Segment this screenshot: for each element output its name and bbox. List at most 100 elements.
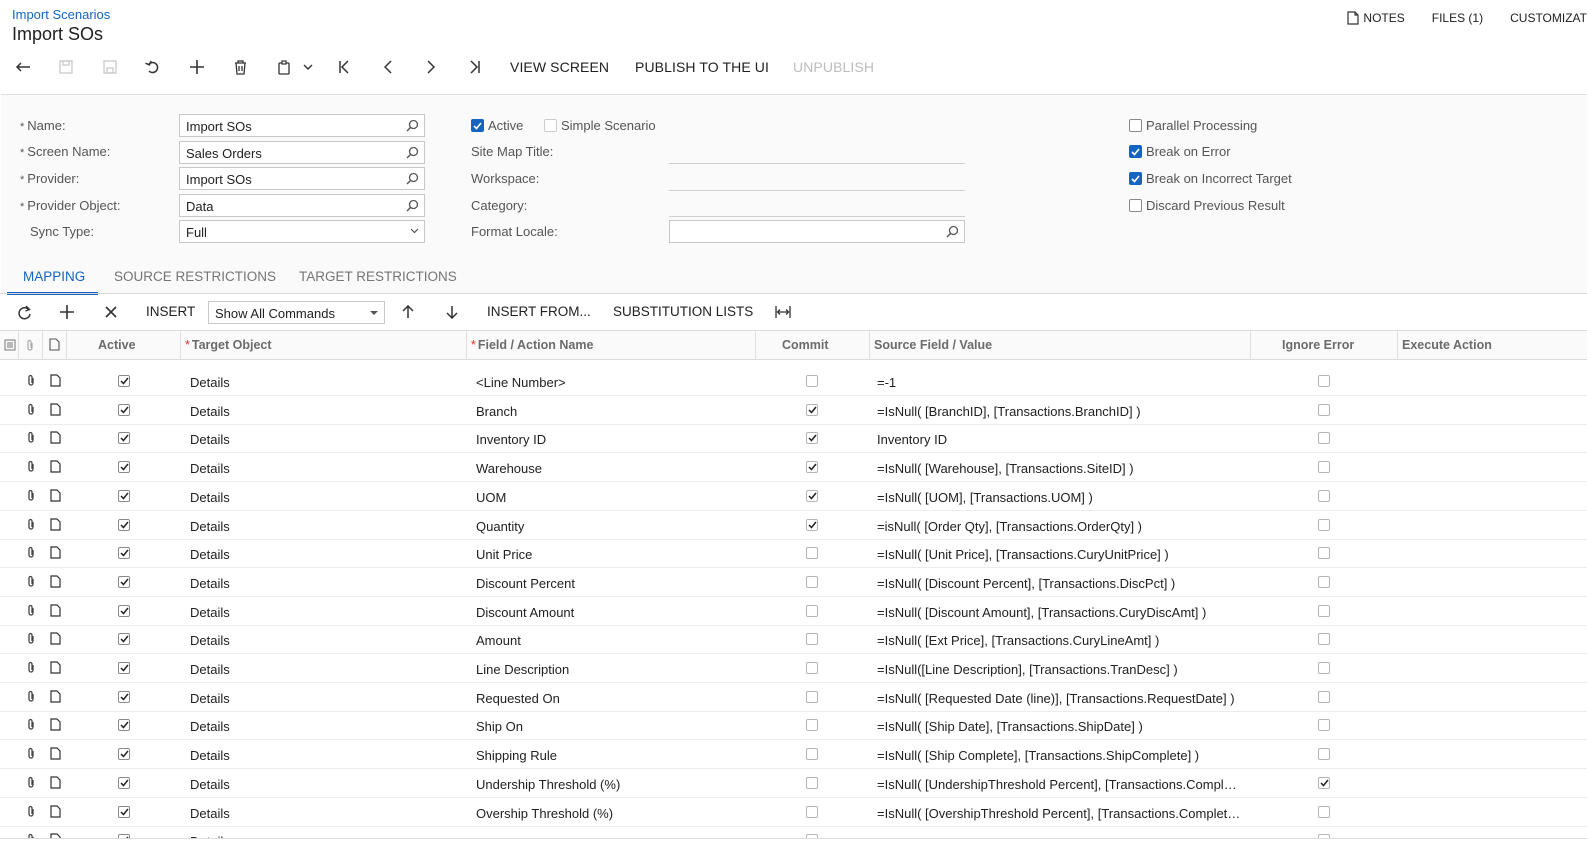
active-cell-checkbox[interactable]: [118, 633, 130, 646]
undo-icon[interactable]: [142, 56, 164, 78]
table-row[interactable]: Details Amount =IsNull( [Ext Price], [Tran…: [0, 625, 1587, 655]
search-icon[interactable]: [406, 119, 419, 132]
ignore-error-cell-checkbox[interactable]: [1318, 403, 1330, 416]
target-object-cell[interactable]: Details: [190, 654, 460, 682]
commit-cell-checkbox[interactable]: [806, 604, 818, 617]
tab-target-restrictions[interactable]: TARGET RESTRICTIONS: [299, 259, 457, 295]
table-row[interactable]: Details Shipping Rule =IsNull( [Ship Compl…: [0, 740, 1587, 770]
commit-cell-checkbox[interactable]: [806, 690, 818, 703]
commit-cell-checkbox[interactable]: [806, 489, 818, 502]
commit-cell-checkbox[interactable]: [806, 719, 818, 732]
source-field-cell[interactable]: =IsNull( [Ship Date], [Transactions.Ship…: [877, 711, 1242, 739]
execute-action-cell[interactable]: [1402, 826, 1582, 838]
attachment-icon[interactable]: [26, 805, 36, 818]
provider-field[interactable]: Import SOs: [179, 167, 425, 190]
active-cell-checkbox[interactable]: [118, 547, 130, 560]
delete-icon[interactable]: [229, 56, 251, 78]
source-field-cell[interactable]: =IsNull( [UOM], [Transactions.UOM] ): [877, 482, 1242, 510]
target-object-cell[interactable]: Details: [190, 597, 460, 625]
field-action-cell[interactable]: Requested On: [476, 683, 751, 711]
target-object-cell[interactable]: Details: [190, 424, 460, 452]
attachment-icon[interactable]: [26, 747, 36, 760]
note-icon[interactable]: [50, 431, 61, 444]
note-icon[interactable]: [50, 403, 61, 416]
ignore-error-cell-checkbox[interactable]: [1318, 633, 1330, 646]
attachment-icon[interactable]: [26, 546, 36, 559]
target-object-cell[interactable]: Details: [190, 740, 460, 768]
target-object-cell[interactable]: Details: [190, 568, 460, 596]
ignore-error-cell-checkbox[interactable]: [1318, 575, 1330, 588]
field-action-cell[interactable]: Ship On: [476, 711, 751, 739]
save-icon[interactable]: [55, 56, 77, 78]
field-action-cell[interactable]: Amount: [476, 625, 751, 653]
table-row[interactable]: Details Discount Amount =IsNull( [Discount…: [0, 597, 1587, 626]
active-cell-checkbox[interactable]: [118, 575, 130, 588]
target-object-cell[interactable]: Details: [190, 367, 460, 395]
column-target-object[interactable]: * Target Object: [185, 331, 272, 360]
target-object-cell[interactable]: Details: [190, 826, 460, 838]
target-object-cell[interactable]: Details: [190, 798, 460, 826]
attachment-icon[interactable]: [26, 518, 36, 531]
active-cell-checkbox[interactable]: [118, 375, 130, 387]
note-icon[interactable]: [50, 718, 61, 731]
format-locale-field[interactable]: [669, 220, 965, 243]
execute-action-cell[interactable]: [1402, 511, 1582, 539]
ignore-error-cell-checkbox[interactable]: [1318, 719, 1330, 732]
ignore-error-cell-checkbox[interactable]: [1318, 375, 1330, 387]
delete-row-icon[interactable]: [100, 301, 122, 323]
execute-action-cell[interactable]: [1402, 539, 1582, 567]
attachment-icon[interactable]: [26, 718, 36, 731]
back-icon[interactable]: [12, 56, 34, 78]
source-field-cell[interactable]: =IsNull( [Warehouse], [Transactions.Site…: [877, 453, 1242, 481]
site-map-title-field[interactable]: [669, 163, 965, 164]
table-row[interactable]: Details Line Description =IsNull([Line Des…: [0, 654, 1587, 683]
source-field-cell[interactable]: =IsNull( [Discount Amount], [Transaction…: [877, 597, 1242, 625]
ignore-error-cell-checkbox[interactable]: [1318, 432, 1330, 445]
source-field-cell[interactable]: Inventory ID: [877, 424, 1242, 452]
save-close-icon[interactable]: [99, 56, 121, 78]
source-field-cell[interactable]: [877, 826, 1242, 838]
attachment-icon[interactable]: [26, 690, 36, 703]
table-row[interactable]: Details Quantity =isNull( [Order Qty], [Tr…: [0, 511, 1587, 540]
add-row-icon[interactable]: [56, 301, 78, 323]
field-action-cell[interactable]: [476, 826, 751, 838]
tab-source-restrictions[interactable]: SOURCE RESTRICTIONS: [114, 259, 276, 295]
show-commands-select[interactable]: Show All Commands: [208, 301, 385, 324]
note-icon[interactable]: [50, 489, 61, 502]
note-icon[interactable]: [50, 546, 61, 559]
copy-paste-icon[interactable]: [273, 56, 295, 78]
ignore-error-cell-checkbox[interactable]: [1318, 662, 1330, 674]
field-action-cell[interactable]: Unit Price: [476, 539, 751, 567]
row-selector-icon[interactable]: [4, 339, 16, 351]
table-row[interactable]: Details Branch =IsNull( [BranchID], [Trans…: [0, 396, 1587, 425]
table-row[interactable]: Details Inventory ID Inventory ID: [0, 424, 1587, 454]
parallel-processing-checkbox[interactable]: Parallel Processing: [1129, 118, 1257, 133]
execute-action-cell[interactable]: [1402, 482, 1582, 510]
active-cell-checkbox[interactable]: [118, 489, 130, 502]
source-field-cell[interactable]: =IsNull( [Discount Percent], [Transactio…: [877, 568, 1242, 596]
target-object-cell[interactable]: Details: [190, 769, 460, 797]
execute-action-cell[interactable]: [1402, 625, 1582, 653]
view-screen-button[interactable]: VIEW SCREEN: [510, 59, 609, 75]
note-icon[interactable]: [50, 632, 61, 645]
last-record-icon[interactable]: [464, 56, 486, 78]
source-field-cell[interactable]: =IsNull( [Unit Price], [Transactions.Cur…: [877, 539, 1242, 567]
search-icon[interactable]: [406, 172, 419, 185]
break-on-incorrect-target-checkbox[interactable]: Break on Incorrect Target: [1129, 171, 1292, 186]
active-cell-checkbox[interactable]: [118, 461, 130, 474]
note-icon[interactable]: [50, 575, 61, 588]
fit-columns-icon[interactable]: [772, 301, 794, 323]
active-checkbox[interactable]: Active: [471, 118, 523, 133]
column-active[interactable]: Active: [98, 331, 136, 360]
table-row[interactable]: Details Unit Price =IsNull( [Unit Price], …: [0, 539, 1587, 569]
active-cell-checkbox[interactable]: [118, 805, 130, 818]
unpublish-button[interactable]: UNPUBLISH: [793, 59, 874, 75]
active-cell-checkbox[interactable]: [118, 719, 130, 732]
execute-action-cell[interactable]: [1402, 453, 1582, 481]
search-icon[interactable]: [406, 146, 419, 159]
column-ignore-error[interactable]: Ignore Error: [1282, 331, 1354, 360]
discard-previous-result-checkbox[interactable]: Discard Previous Result: [1129, 198, 1285, 213]
field-action-cell[interactable]: UOM: [476, 482, 751, 510]
execute-action-cell[interactable]: [1402, 769, 1582, 797]
source-field-cell[interactable]: =IsNull([Line Description], [Transaction…: [877, 654, 1242, 682]
